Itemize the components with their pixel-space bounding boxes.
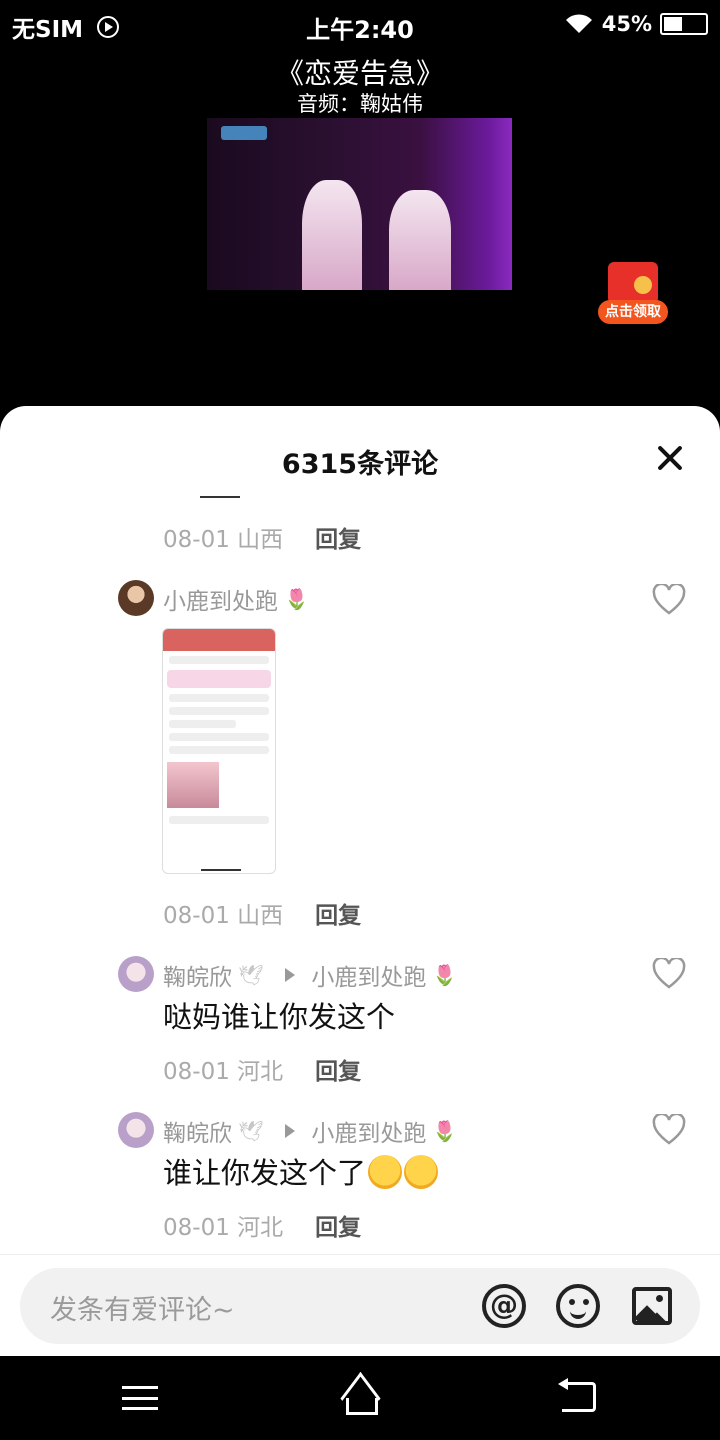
image-picker-icon[interactable] bbox=[632, 1287, 672, 1325]
comment-username[interactable]: 鞠皖欣 🕊 小鹿到处跑 🌷 bbox=[163, 958, 457, 992]
image-bottom-edge bbox=[200, 496, 240, 498]
avatar[interactable] bbox=[118, 956, 154, 992]
reply-target-name: 小鹿到处跑 bbox=[311, 1121, 427, 1147]
comment-text: 哒妈谁让你发这个 bbox=[163, 1000, 396, 1034]
tulip-icon: 🌷 bbox=[432, 963, 458, 987]
reply-button[interactable]: 回复 bbox=[315, 520, 361, 554]
comments-count-title: 6315条评论 bbox=[281, 449, 439, 480]
channel-logo bbox=[221, 126, 267, 140]
status-bar: 无SIM 上午2:40 45% bbox=[0, 0, 720, 50]
like-heart-icon[interactable] bbox=[652, 958, 686, 990]
like-heart-icon[interactable] bbox=[652, 584, 686, 616]
back-icon[interactable] bbox=[558, 1378, 596, 1412]
input-divider bbox=[0, 1254, 720, 1255]
comment-image-screenshot[interactable] bbox=[162, 628, 276, 874]
mention-at-icon[interactable]: @ bbox=[482, 1284, 526, 1328]
battery-percent: 45% bbox=[601, 12, 652, 36]
comment-username[interactable]: 小鹿到处跑 🌷 bbox=[163, 582, 309, 616]
reply-arrow-icon bbox=[285, 968, 296, 982]
wifi-icon bbox=[565, 14, 592, 33]
pleading-face-emoji-icon bbox=[404, 1155, 439, 1189]
red-packet-label: 点击领取 bbox=[598, 300, 668, 324]
username-text: 鞠皖欣 bbox=[163, 1121, 232, 1147]
reply-button[interactable]: 回复 bbox=[315, 1208, 361, 1242]
comment-region: 山西 bbox=[237, 527, 284, 553]
username-text: 小鹿到处跑 bbox=[163, 589, 278, 615]
red-envelope-icon bbox=[608, 262, 658, 304]
comment-date: 08-01 bbox=[163, 903, 230, 929]
comment-region: 河北 bbox=[237, 1059, 284, 1085]
performer-figure bbox=[302, 180, 362, 290]
close-icon[interactable] bbox=[656, 444, 684, 472]
dove-icon: 🕊 bbox=[238, 963, 264, 987]
like-heart-icon[interactable] bbox=[652, 1114, 686, 1146]
comment-meta: 08-01 山西 回复 bbox=[163, 520, 361, 554]
comment-meta: 08-01 河北 回复 bbox=[163, 1052, 361, 1086]
comment-region: 河北 bbox=[237, 1215, 284, 1241]
comment-input-placeholder: 发条有爱评论~ bbox=[50, 1295, 235, 1326]
video-audio-credit: 音频：鞠姑伟 bbox=[297, 92, 423, 116]
emoji-smile-icon[interactable] bbox=[556, 1284, 600, 1328]
comment-username[interactable]: 鞠皖欣 🕊 小鹿到处跑 🌷 bbox=[163, 1114, 457, 1148]
reply-button[interactable]: 回复 bbox=[315, 896, 361, 930]
comment-date: 08-01 bbox=[163, 1059, 230, 1085]
username-text: 鞠皖欣 bbox=[163, 965, 232, 991]
avatar[interactable] bbox=[118, 1112, 154, 1148]
red-packet-button[interactable]: 点击领取 bbox=[598, 262, 668, 324]
comment-date: 08-01 bbox=[163, 1215, 230, 1241]
comment-text: 谁让你发这个了 bbox=[163, 1150, 439, 1192]
pleading-face-emoji-icon bbox=[368, 1155, 403, 1189]
comment-date: 08-01 bbox=[163, 527, 230, 553]
reply-button[interactable]: 回复 bbox=[315, 1052, 361, 1086]
home-icon[interactable] bbox=[336, 1380, 384, 1415]
system-nav-bar bbox=[0, 1356, 720, 1440]
video-player[interactable] bbox=[207, 118, 512, 290]
battery-fill bbox=[664, 17, 682, 31]
reply-arrow-icon bbox=[285, 1124, 296, 1138]
dove-icon: 🕊 bbox=[238, 1119, 264, 1143]
menu-icon[interactable] bbox=[122, 1386, 158, 1410]
comments-sheet: 6315条评论 08-01 山西 回复 小鹿到处跑 🌷 08-01 山西 回复 … bbox=[0, 406, 720, 1356]
comment-meta: 08-01 河北 回复 bbox=[163, 1208, 361, 1242]
tulip-icon: 🌷 bbox=[432, 1119, 458, 1143]
comment-text-body: 谁让你发这个了 bbox=[163, 1156, 367, 1190]
battery-icon bbox=[660, 13, 708, 35]
tulip-icon: 🌷 bbox=[284, 587, 309, 611]
comment-input-bar[interactable]: 发条有爱评论~ @ bbox=[20, 1268, 700, 1344]
comment-region: 山西 bbox=[237, 903, 284, 929]
video-title: 《恋爱告急》 bbox=[275, 57, 444, 90]
avatar[interactable] bbox=[118, 580, 154, 616]
performer-figure bbox=[389, 190, 451, 290]
comment-meta: 08-01 山西 回复 bbox=[163, 896, 361, 930]
status-right: 45% bbox=[564, 12, 708, 36]
reply-target-name: 小鹿到处跑 bbox=[311, 965, 427, 991]
